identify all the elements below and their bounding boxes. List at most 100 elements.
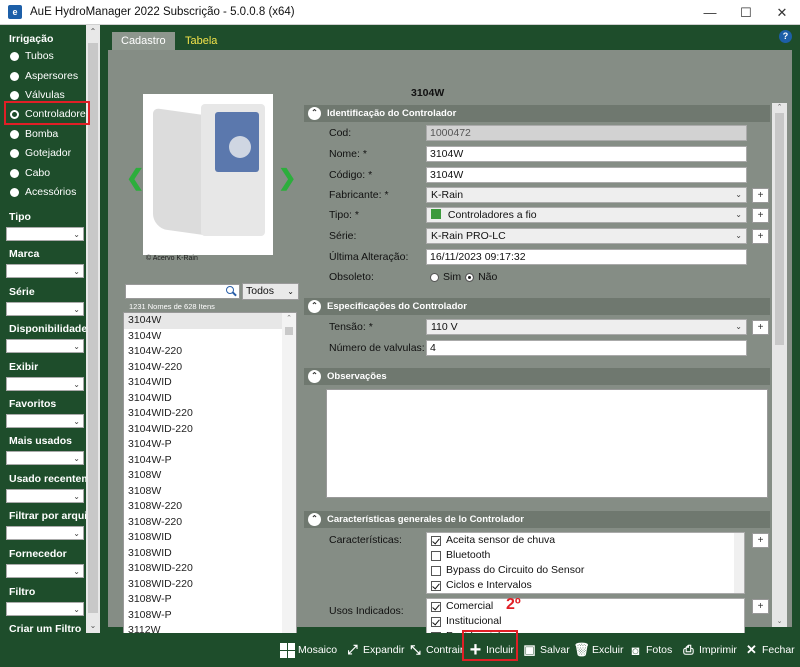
num-valvulas-field[interactable]: 4: [426, 340, 747, 356]
filter-select-usado-recentemente[interactable]: ⌄: [6, 489, 84, 503]
checkbox-checked-icon[interactable]: [431, 601, 441, 612]
scrollbar-thumb[interactable]: [775, 113, 784, 345]
next-photo-button[interactable]: ❯: [278, 165, 296, 191]
list-item[interactable]: 3108W: [124, 468, 296, 484]
checklist-scrollbar[interactable]: [734, 533, 744, 593]
collapse-icon[interactable]: ⌃: [308, 300, 321, 313]
fechar-button[interactable]: ✕ Fechar: [744, 638, 795, 662]
filter-select-mais-usados[interactable]: ⌄: [6, 451, 84, 465]
scroll-down-icon[interactable]: ⌄: [772, 617, 787, 627]
list-item[interactable]: 3104W-P: [124, 437, 296, 453]
tipo-select[interactable]: Controladores a fio ⌄: [426, 207, 747, 223]
expandir-button[interactable]: ⤢ Expandir: [345, 638, 404, 662]
observacoes-textarea[interactable]: [326, 389, 768, 498]
list-item[interactable]: 3108W-P: [124, 608, 296, 624]
sidebar-item-valvulas[interactable]: Válvulas: [10, 89, 65, 101]
list-item[interactable]: 3108W-220: [124, 499, 296, 515]
radio-sim[interactable]: [430, 272, 439, 282]
checkbox-icon[interactable]: [431, 565, 441, 576]
scroll-up-icon[interactable]: ⌃: [282, 313, 296, 325]
filter-select-tipo[interactable]: ⌄: [6, 227, 84, 241]
filter-select-favoritos[interactable]: ⌄: [6, 414, 84, 428]
list-scrollbar[interactable]: ⌃ ⌄: [282, 313, 296, 642]
list-item[interactable]: 3104WID-220: [124, 422, 296, 438]
list-item[interactable]: Aceita sensor de chuva: [427, 533, 744, 548]
scroll-down-icon[interactable]: ⌄: [86, 619, 100, 633]
add-tensao-button[interactable]: +: [752, 320, 769, 335]
checkbox-checked-icon[interactable]: [431, 616, 441, 627]
list-item[interactable]: Comercial: [427, 599, 744, 614]
filter-select-serie[interactable]: ⌄: [6, 302, 84, 316]
list-item[interactable]: 3108WID-220: [124, 577, 296, 593]
sidebar-item-aspersores[interactable]: Aspersores: [10, 70, 78, 82]
nome-field[interactable]: 3104W: [426, 146, 747, 162]
sidebar-item-cabo[interactable]: Cabo: [10, 167, 50, 179]
add-tipo-button[interactable]: +: [752, 208, 769, 223]
list-item[interactable]: 3104W-220: [124, 360, 296, 376]
sidebar-item-gotejador[interactable]: Gotejador: [10, 147, 71, 159]
help-icon[interactable]: ?: [779, 30, 792, 43]
mosaico-button[interactable]: Mosaico: [280, 638, 337, 662]
list-item[interactable]: Bluetooth: [427, 548, 744, 563]
item-list[interactable]: 3104W 3104W 3104W-220 3104W-220 3104WID …: [123, 312, 297, 643]
collapse-icon[interactable]: ⌃: [308, 107, 321, 120]
list-item[interactable]: Ciclos e Intervalos: [427, 578, 744, 593]
form-scrollbar[interactable]: ⌃ ⌄: [772, 103, 787, 627]
add-uso-button[interactable]: +: [752, 599, 769, 614]
filter-select-disponibilidade[interactable]: ⌄: [6, 339, 84, 353]
create-filter-link[interactable]: Criar um Filtro: [9, 623, 86, 633]
filter-select-exibir[interactable]: ⌄: [6, 377, 84, 391]
collapse-icon[interactable]: ⌃: [308, 370, 321, 383]
serie-select[interactable]: K-Rain PRO-LC ⌄: [426, 228, 747, 244]
scroll-up-icon[interactable]: ⌃: [772, 103, 787, 113]
fabricante-select[interactable]: K-Rain ⌄: [426, 187, 747, 203]
add-serie-button[interactable]: +: [752, 229, 769, 244]
list-item[interactable]: 3104W-P: [124, 453, 296, 469]
sidebar-item-tubos[interactable]: Tubos: [10, 50, 54, 62]
radio-nao[interactable]: [465, 272, 475, 282]
imprimir-button[interactable]: ⎙ Imprimir: [681, 638, 737, 662]
maximize-button[interactable]: ☐: [728, 0, 764, 25]
search-icon[interactable]: [226, 286, 237, 297]
filter-select-marca[interactable]: ⌄: [6, 264, 84, 278]
filter-select-fornecedor[interactable]: ⌄: [6, 564, 84, 578]
list-item[interactable]: 3108WID: [124, 546, 296, 562]
tab-cadastro[interactable]: Cadastro: [112, 32, 175, 50]
list-item[interactable]: 3108W: [124, 484, 296, 500]
section-header-especificacoes[interactable]: ⌃ Especificações do Controlador: [304, 298, 770, 315]
scroll-up-icon[interactable]: ⌃: [86, 25, 100, 39]
list-item[interactable]: 3104WID-220: [124, 406, 296, 422]
sidebar-item-bomba[interactable]: Bomba: [10, 128, 58, 140]
section-header-caracteristicas[interactable]: ⌃ Características generales de lo Contro…: [304, 511, 770, 528]
add-caracteristica-button[interactable]: +: [752, 533, 769, 548]
list-item[interactable]: Bypass do Circuito do Sensor: [427, 563, 744, 578]
add-fabricante-button[interactable]: +: [752, 188, 769, 203]
salvar-button[interactable]: ▣ Salvar: [522, 638, 569, 662]
collapse-icon[interactable]: ⌃: [308, 513, 321, 526]
section-header-identificacao[interactable]: ⌃ Identificação do Controlador: [304, 105, 770, 122]
list-item[interactable]: 3108WID-220: [124, 561, 296, 577]
sidebar-item-acessorios[interactable]: Acessórios: [10, 186, 76, 198]
codigo-field[interactable]: 3104W: [426, 167, 747, 183]
checkbox-icon[interactable]: [431, 550, 441, 561]
list-item[interactable]: 3108W-220: [124, 515, 296, 531]
tensao-select[interactable]: 110 V ⌄: [426, 319, 747, 335]
list-item[interactable]: 3104W: [124, 329, 296, 345]
section-header-observacoes[interactable]: ⌃ Observações: [304, 368, 770, 385]
item-search-input[interactable]: [125, 284, 240, 299]
list-item[interactable]: 3104WID: [124, 375, 296, 391]
scrollbar-thumb[interactable]: [285, 327, 293, 335]
filter-select-filtro[interactable]: ⌄: [6, 602, 84, 616]
close-window-button[interactable]: ✕: [764, 0, 800, 25]
checkbox-checked-icon[interactable]: [431, 580, 441, 591]
checkbox-checked-icon[interactable]: [431, 535, 441, 546]
contrair-button[interactable]: ⤡ Contrair: [408, 638, 463, 662]
list-item[interactable]: 3108WID: [124, 530, 296, 546]
scrollbar-thumb[interactable]: [88, 43, 98, 613]
list-item[interactable]: 3104W: [124, 313, 296, 329]
list-item[interactable]: Institucional: [427, 614, 744, 629]
fotos-button[interactable]: ◙ Fotos: [628, 638, 673, 662]
list-item[interactable]: 3108W-P: [124, 592, 296, 608]
list-item[interactable]: 3104WID: [124, 391, 296, 407]
item-filter-select[interactable]: Todos ⌄: [242, 283, 299, 300]
